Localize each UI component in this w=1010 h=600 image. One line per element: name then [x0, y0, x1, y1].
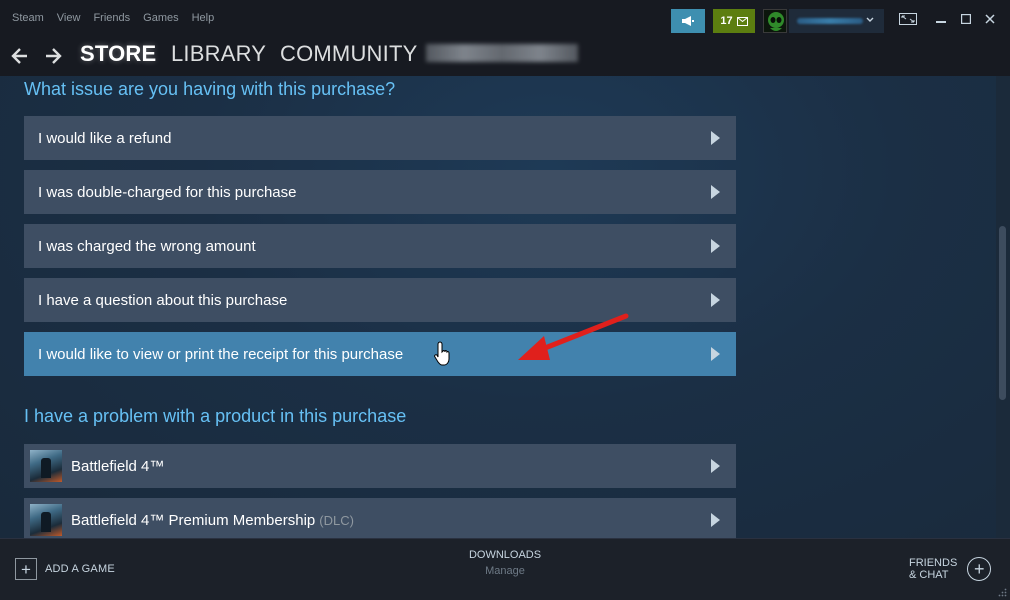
username-tab-redacted[interactable]: [426, 44, 578, 62]
chevron-down-icon: [866, 17, 874, 22]
dlc-tag: (DLC): [319, 512, 354, 528]
downloads-button[interactable]: DOWNLOADS Manage: [450, 549, 560, 577]
resize-grip-icon[interactable]: [998, 588, 1007, 597]
forward-arrow-icon[interactable]: [42, 45, 64, 67]
game-thumbnail: [30, 450, 62, 482]
purchase-issue-heading: What issue are you having with this purc…: [24, 79, 396, 99]
option-label: I have a question about this purchase: [38, 291, 288, 309]
account-dropdown[interactable]: [789, 9, 884, 33]
tab-library[interactable]: LIBRARY: [171, 41, 266, 67]
option-label: I would like to view or print the receip…: [38, 345, 404, 363]
envelope-icon: [736, 16, 748, 26]
tab-store[interactable]: STORE: [80, 41, 156, 67]
friends-label-line1: FRIENDS: [909, 557, 958, 569]
chevron-right-icon: [711, 239, 720, 253]
notification-count: 17: [720, 15, 733, 27]
close-icon: [985, 14, 995, 24]
chevron-right-icon: [711, 347, 720, 361]
annotation-arrow-icon: [518, 313, 629, 360]
plus-icon: +: [15, 558, 37, 580]
footer-bar: + ADD A GAME DOWNLOADS Manage FRIENDS & …: [0, 538, 1010, 600]
megaphone-icon: [682, 16, 694, 26]
alien-avatar-icon: [764, 10, 786, 32]
friends-chat-label: FRIENDS & CHAT: [909, 557, 957, 581]
account-name-redacted: [797, 18, 863, 24]
chevron-right-icon: [711, 293, 720, 307]
product-problem-heading: I have a problem with a product in this …: [24, 406, 407, 426]
menu-games[interactable]: Games: [143, 12, 178, 24]
big-picture-button[interactable]: [899, 12, 917, 26]
big-picture-icon: [899, 13, 917, 25]
minimize-icon: [936, 21, 946, 23]
support-content: What issue are you having with this purc…: [0, 76, 996, 538]
game-thumbnail: [30, 504, 62, 536]
avatar[interactable]: [763, 9, 787, 33]
chevron-right-icon: [711, 459, 720, 473]
add-game-button[interactable]: + ADD A GAME: [15, 558, 115, 580]
product-name: Battlefield 4™ Premium Membership: [71, 511, 316, 529]
option-wrong-amount[interactable]: I was charged the wrong amount: [24, 224, 736, 268]
product-name: Battlefield 4™: [71, 457, 165, 475]
downloads-manage-label: Manage: [485, 565, 525, 577]
minimize-button[interactable]: [933, 12, 949, 26]
friends-label-line2: & CHAT: [909, 569, 949, 581]
friends-chat-button[interactable]: FRIENDS & CHAT +: [909, 557, 992, 581]
menu-view[interactable]: View: [57, 12, 81, 24]
option-label: I was charged the wrong amount: [38, 237, 256, 255]
downloads-label: DOWNLOADS: [468, 549, 542, 561]
tab-community[interactable]: COMMUNITY: [280, 41, 417, 67]
navigation-bar: STORE LIBRARY COMMUNITY: [0, 38, 1010, 76]
option-refund[interactable]: I would like a refund: [24, 116, 736, 160]
option-label: I was double-charged for this purchase: [38, 183, 297, 201]
maximize-button[interactable]: [958, 12, 974, 26]
menu-steam[interactable]: Steam: [12, 12, 44, 24]
add-friend-icon: +: [967, 557, 992, 581]
close-button[interactable]: [982, 12, 998, 26]
hand-cursor-icon: [434, 341, 450, 366]
maximize-icon: [961, 14, 971, 24]
chevron-right-icon: [711, 185, 720, 199]
back-arrow-icon[interactable]: [9, 45, 31, 67]
menu-friends[interactable]: Friends: [93, 12, 130, 24]
chevron-right-icon: [711, 131, 720, 145]
chevron-right-icon: [711, 513, 720, 527]
title-bar: Steam View Friends Games Help 17: [0, 0, 1010, 38]
menu-bar: Steam View Friends Games Help: [12, 12, 214, 24]
add-game-label: ADD A GAME: [45, 563, 115, 575]
product-battlefield-4[interactable]: Battlefield 4™: [24, 444, 736, 488]
option-double-charged[interactable]: I was double-charged for this purchase: [24, 170, 736, 214]
notifications-button[interactable]: 17: [713, 9, 755, 33]
announcements-button[interactable]: [671, 9, 705, 33]
menu-help[interactable]: Help: [192, 12, 215, 24]
scrollbar-thumb[interactable]: [999, 226, 1006, 400]
option-label: I would like a refund: [38, 129, 172, 147]
product-battlefield-4-premium[interactable]: Battlefield 4™ Premium Membership (DLC): [24, 498, 736, 538]
